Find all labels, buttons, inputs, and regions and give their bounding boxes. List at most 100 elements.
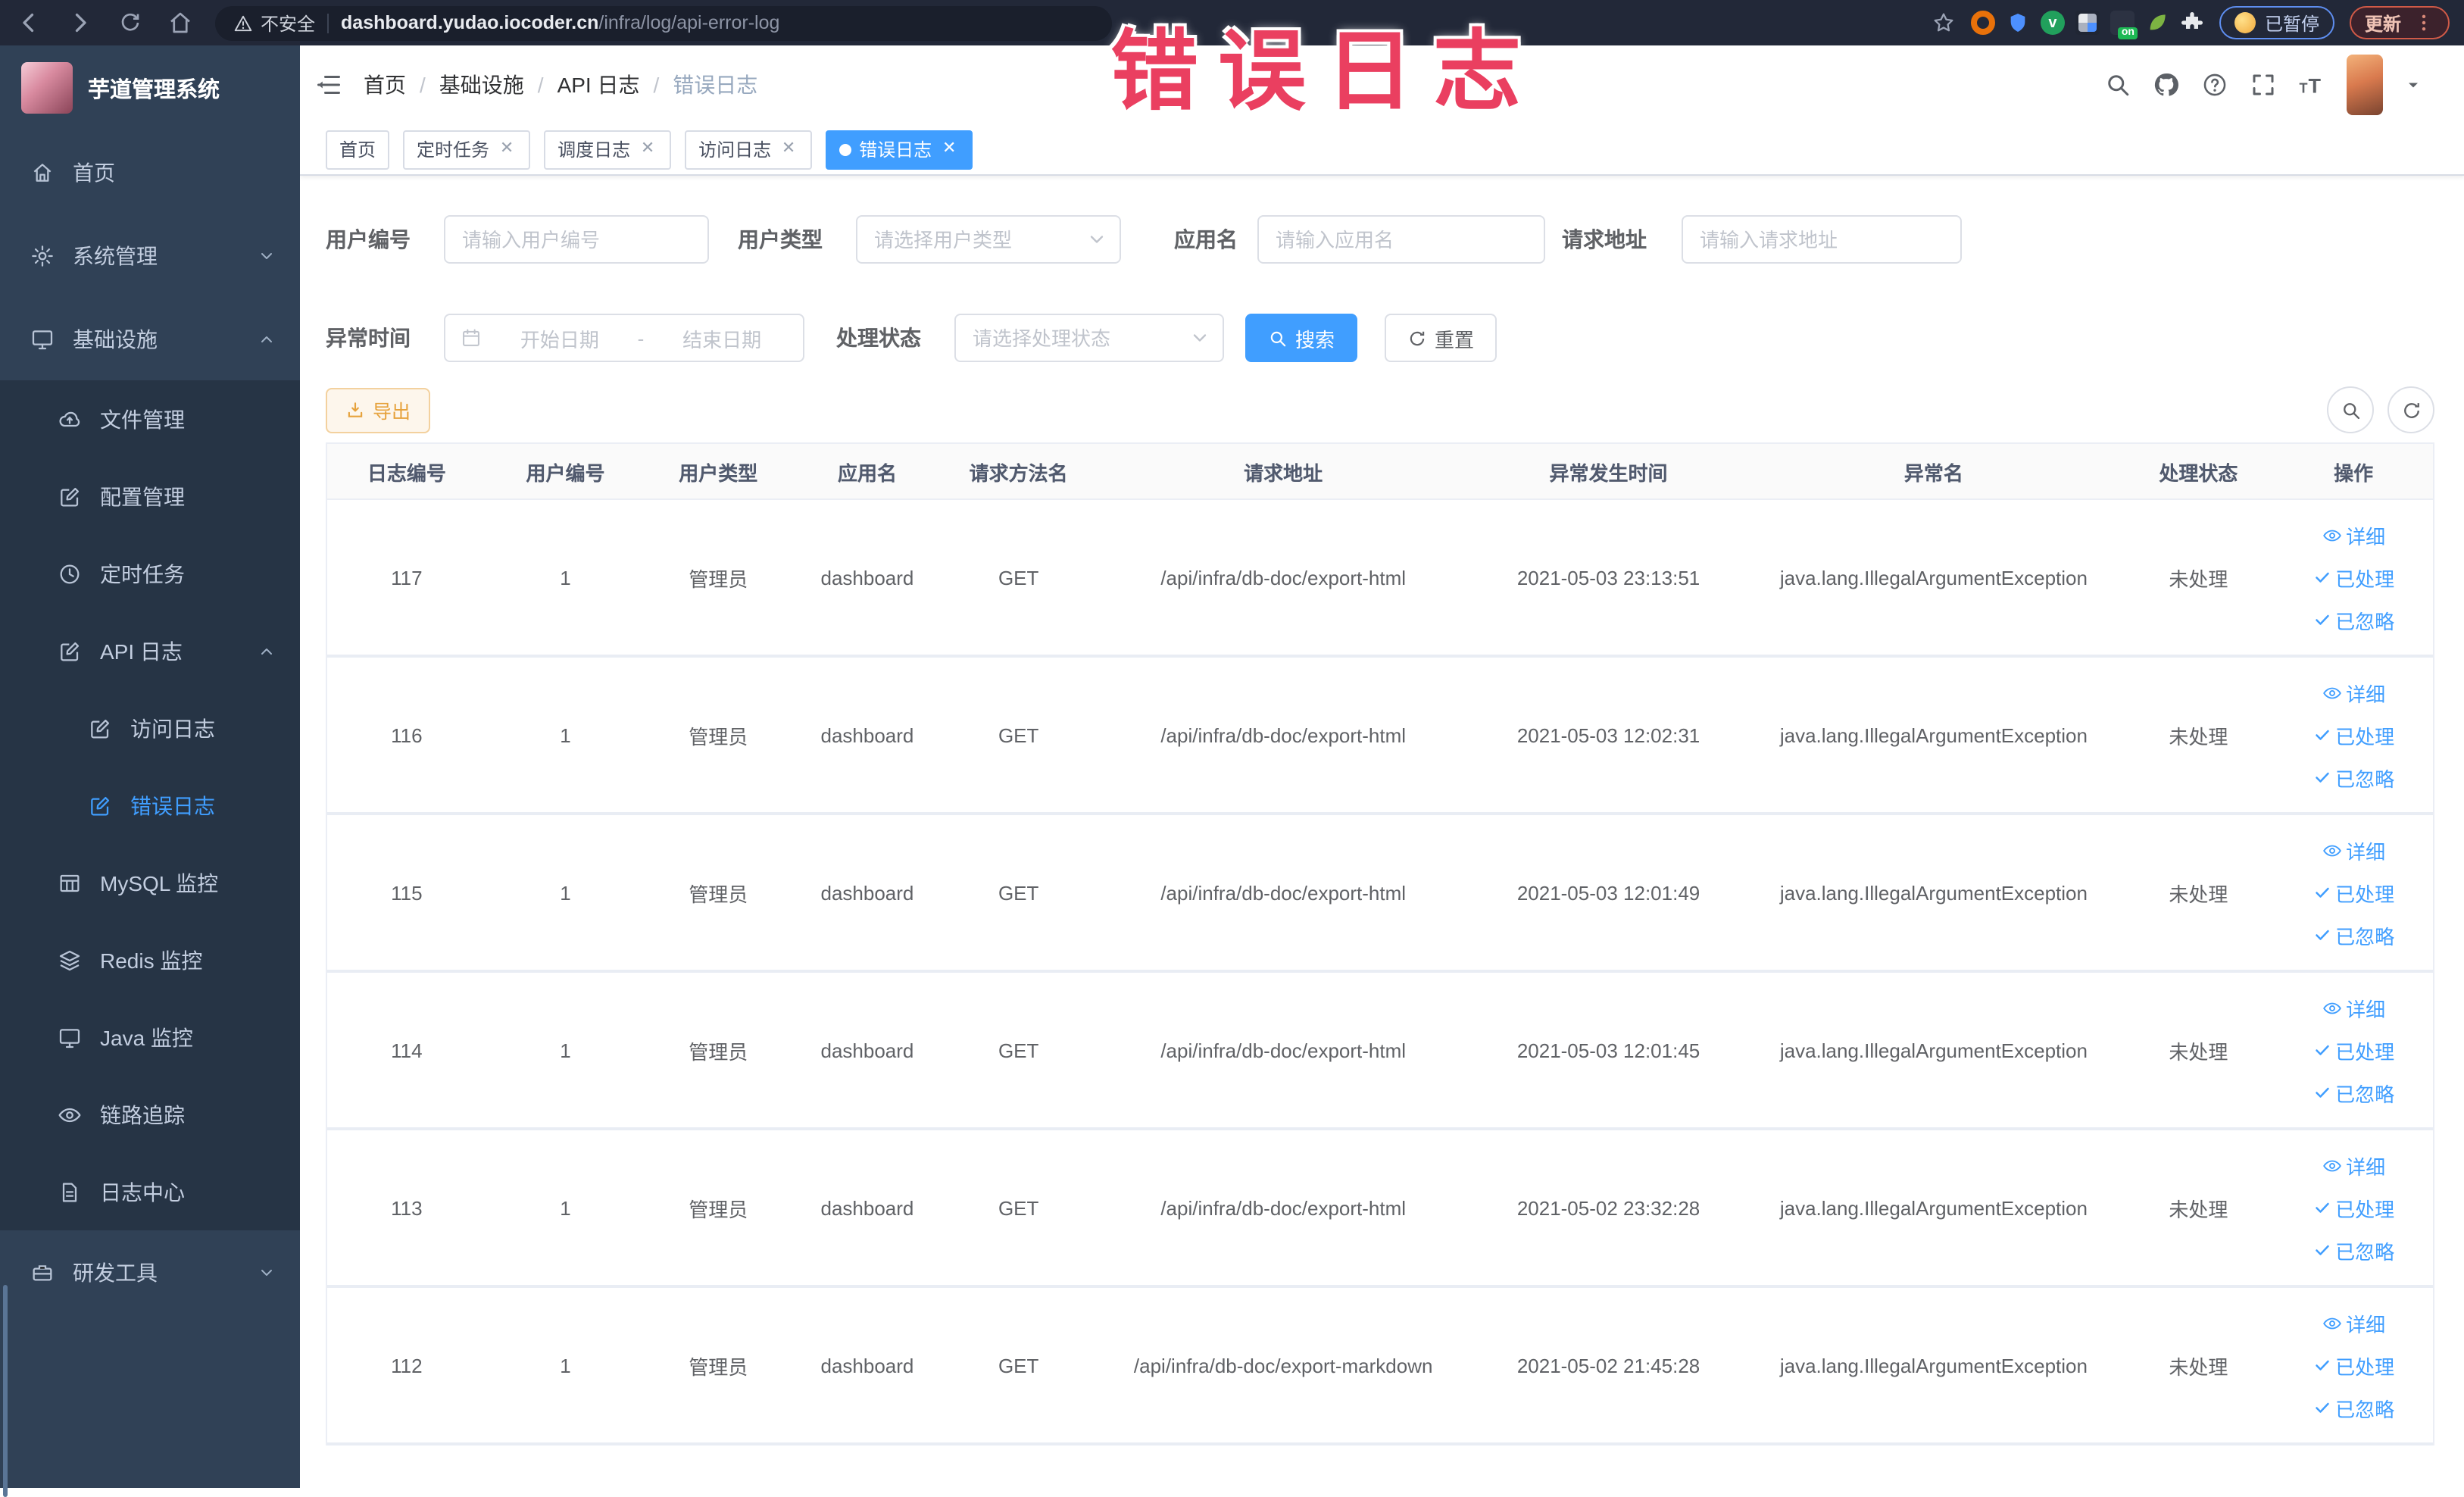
detail-link[interactable]: 详细 (2322, 993, 2385, 1022)
sidebar-item-log-center[interactable]: 日志中心 (0, 1153, 300, 1230)
search-icon[interactable] (2104, 71, 2131, 98)
extension-icon-orange[interactable] (1970, 11, 1995, 35)
app-name-label: 应用名 (1174, 227, 1238, 252)
forward-icon[interactable] (67, 9, 94, 36)
bookmark-star-icon[interactable] (1932, 11, 1956, 35)
cell-log-id: 115 (391, 881, 423, 904)
request-url-input[interactable] (1682, 215, 1962, 264)
detail-link[interactable]: 详细 (2322, 1308, 2385, 1337)
reload-icon[interactable] (118, 11, 142, 35)
eye-icon (2322, 683, 2341, 702)
tab-access-log[interactable]: 访问日志 ✕ (685, 130, 813, 169)
sidebar-item-trace[interactable]: 链路追踪 (0, 1076, 300, 1153)
sidebar-item-api-log[interactable]: API 日志 (0, 612, 300, 689)
document-icon (58, 1180, 82, 1204)
sidebar-collapse-icon[interactable] (315, 71, 342, 98)
ignored-link[interactable]: 已忽略 (2313, 605, 2394, 634)
github-icon[interactable] (2153, 71, 2180, 98)
app-title: 芋道管理系统 (88, 78, 220, 102)
extension-icon-leaf[interactable] (2145, 11, 2169, 35)
toggle-search-button[interactable] (2327, 386, 2374, 433)
profile-paused-chip[interactable]: 已暂停 (2219, 6, 2334, 39)
extension-icon-green[interactable]: v (2040, 11, 2065, 35)
cell-actions: 详细 已处理 已忽略 (2274, 836, 2433, 949)
extension-icon-on-badge[interactable] (2110, 11, 2138, 39)
user-type-select-input[interactable] (856, 215, 1121, 264)
detail-link[interactable]: 详细 (2322, 678, 2385, 707)
address-bar[interactable]: 不安全 dashboard.yudao.iocoder.cn/infra/log… (215, 5, 1112, 40)
processed-link[interactable]: 已处理 (2313, 1036, 2394, 1064)
cell-method: GET (998, 566, 1039, 589)
fullscreen-icon[interactable] (2250, 71, 2277, 98)
app-logo-row[interactable]: 芋道管理系统 (0, 45, 300, 130)
sidebar-item-redis[interactable]: Redis 监控 (0, 921, 300, 999)
start-date-placeholder[interactable]: 开始日期 (494, 323, 626, 352)
back-icon[interactable] (15, 9, 42, 36)
sidebar-item-mysql[interactable]: MySQL 监控 (0, 844, 300, 921)
processed-link[interactable]: 已处理 (2313, 878, 2394, 907)
help-icon[interactable] (2201, 71, 2228, 98)
col-log-id: 日志编号 (367, 461, 446, 484)
tab-job-log[interactable]: 调度日志 ✕ (544, 130, 672, 169)
refresh-table-button[interactable] (2387, 386, 2434, 433)
ignored-link[interactable]: 已忽略 (2313, 1078, 2394, 1107)
processed-link[interactable]: 已处理 (2313, 720, 2394, 749)
sidebar-item-error-log[interactable]: 错误日志 (0, 767, 300, 844)
ignored-link[interactable]: 已忽略 (2313, 920, 2394, 949)
ignored-link[interactable]: 已忽略 (2313, 763, 2394, 792)
close-icon[interactable]: ✕ (779, 139, 798, 159)
sidebar-item-dev-tools[interactable]: 研发工具 (0, 1230, 300, 1314)
reset-button[interactable]: 重置 (1385, 314, 1497, 362)
sidebar-item-system[interactable]: 系统管理 (0, 214, 300, 297)
process-status-select-input[interactable] (954, 314, 1224, 362)
scrollbar-thumb[interactable] (3, 1285, 8, 1497)
export-button[interactable]: 导出 (326, 387, 431, 433)
processed-link[interactable]: 已处理 (2313, 1351, 2394, 1380)
sidebar-item-file[interactable]: 文件管理 (0, 380, 300, 458)
caret-down-icon[interactable] (2404, 76, 2422, 94)
end-date-placeholder[interactable]: 结束日期 (656, 323, 788, 352)
tab-error-log[interactable]: 错误日志 ✕ (826, 130, 973, 169)
browser-update-button[interactable]: 更新 (2349, 6, 2450, 39)
cell-request-url: /api/infra/db-doc/export-html (1160, 723, 1407, 746)
user-avatar[interactable] (2347, 55, 2383, 115)
date-range-picker[interactable]: 开始日期 - 结束日期 (444, 314, 804, 362)
tab-home[interactable]: 首页 (326, 130, 390, 169)
process-status-select[interactable] (954, 314, 1224, 362)
tab-job[interactable]: 定时任务 ✕ (403, 130, 531, 169)
breadcrumb-home[interactable]: 首页 (364, 70, 406, 100)
breadcrumb-api-log[interactable]: API 日志 (557, 70, 640, 100)
ignored-link[interactable]: 已忽略 (2313, 1236, 2394, 1264)
close-icon[interactable]: ✕ (638, 139, 657, 159)
sidebar-item-infra[interactable]: 基础设施 (0, 297, 300, 380)
detail-link[interactable]: 详细 (2322, 836, 2385, 864)
ignored-link[interactable]: 已忽略 (2313, 1393, 2394, 1422)
sidebar-item-job[interactable]: 定时任务 (0, 535, 300, 612)
security-status[interactable]: 不安全 (233, 10, 315, 36)
search-button[interactable]: 搜索 (1245, 314, 1358, 362)
close-icon[interactable]: ✕ (939, 139, 959, 159)
sidebar-item-access-log[interactable]: 访问日志 (0, 689, 300, 767)
kebab-menu-icon[interactable] (2413, 12, 2434, 33)
extension-icon-grid[interactable] (2075, 11, 2100, 35)
detail-link[interactable]: 详细 (2322, 1151, 2385, 1180)
font-size-icon[interactable] (2298, 71, 2325, 98)
breadcrumb-infra[interactable]: 基础设施 (439, 70, 524, 100)
app-name-input[interactable] (1257, 215, 1545, 264)
close-icon[interactable]: ✕ (497, 139, 517, 159)
sidebar-item-java[interactable]: Java 监控 (0, 999, 300, 1076)
cell-exception-name: java.lang.IllegalArgumentException (1779, 566, 2088, 589)
user-type-select[interactable] (856, 215, 1121, 264)
processed-link[interactable]: 已处理 (2313, 563, 2394, 592)
page-content: 用户编号 用户类型 应用名 请求地址 异常时间 (300, 176, 2464, 1488)
processed-link[interactable]: 已处理 (2313, 1193, 2394, 1222)
detail-link[interactable]: 详细 (2322, 520, 2385, 549)
extensions-puzzle-icon[interactable] (2180, 11, 2204, 35)
user-id-input[interactable] (444, 215, 709, 264)
sidebar-item-config[interactable]: 配置管理 (0, 458, 300, 535)
clock-icon (58, 561, 82, 586)
sidebar: 芋道管理系统 首页 系统管理 基础设施 文件管理 配置管理 定时任务 API 日… (0, 45, 300, 1497)
sidebar-item-home[interactable]: 首页 (0, 130, 300, 214)
extension-icon-shield[interactable] (2006, 11, 2030, 35)
home-icon[interactable] (167, 9, 194, 36)
